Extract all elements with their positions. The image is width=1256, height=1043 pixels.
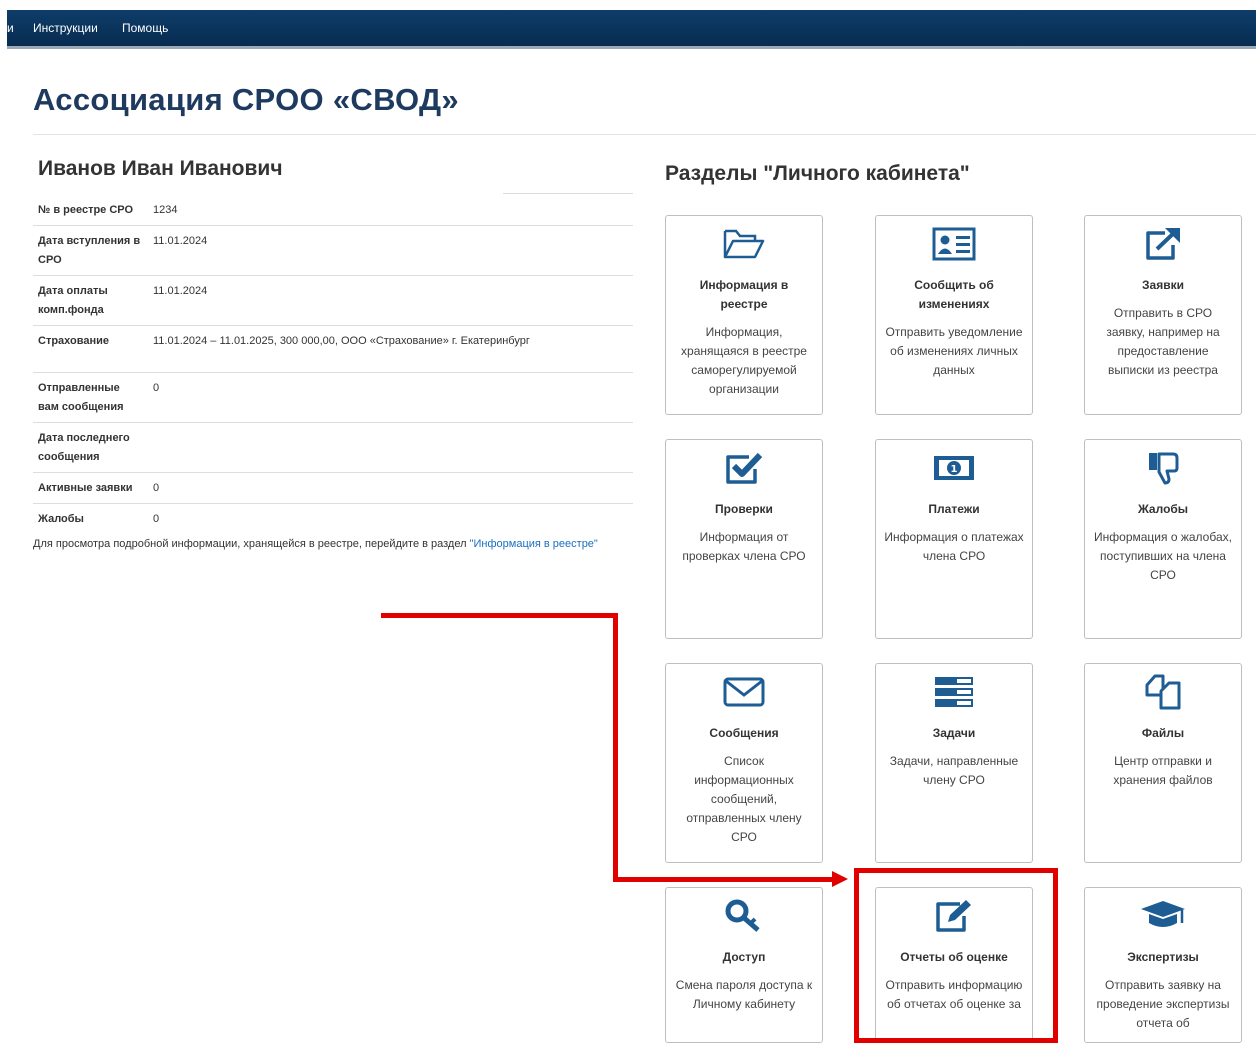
row-value: 1234 <box>148 195 633 226</box>
annotation-arrowhead-icon <box>832 871 848 887</box>
card-desc: Информация от проверках члена СРО <box>682 530 806 563</box>
files-icon <box>1085 674 1241 710</box>
row-value: 11.01.2024 <box>148 275 633 326</box>
row-label: Жалобы <box>38 513 84 525</box>
card-desc: Отправить заявку на проведение экспертиз… <box>1096 978 1230 1030</box>
check-square-icon <box>666 450 822 486</box>
card-title: Заявки <box>1142 278 1184 292</box>
table-row: Жалобы 0 <box>33 504 633 535</box>
card-desc: Задачи, направленные члену СРО <box>889 754 1019 787</box>
title-divider <box>33 134 1256 135</box>
card-title: Проверки <box>715 502 773 516</box>
key-icon <box>666 898 822 934</box>
row-label: Дата вступления в СРО <box>33 225 148 276</box>
thumbs-down-icon <box>1085 450 1241 486</box>
card-tasks[interactable]: Задачи Задачи, направленные члену СРО <box>875 663 1033 863</box>
svg-text:1: 1 <box>951 464 958 475</box>
row-label: № в реестре СРО <box>33 195 148 226</box>
card-files[interactable]: Файлы Центр отправки и хранения файлов <box>1084 663 1242 863</box>
card-desc: Отправить уведомление об изменениях личн… <box>885 325 1023 377</box>
card-expertise[interactable]: Экспертизы Отправить заявку на проведени… <box>1084 887 1242 1043</box>
table-row: Страхование 11.01.2024 – 11.01.2025, 300… <box>33 325 633 373</box>
nav-item-help[interactable]: Помощь <box>122 21 168 35</box>
card-title: Жалобы <box>1137 502 1189 516</box>
table-row: Отправленные вам сообщения 0 <box>33 372 633 423</box>
row-value: 0 <box>153 513 160 525</box>
card-registry-info[interactable]: Информация в реестре Информация, храняща… <box>665 215 823 415</box>
table-row: Дата оплаты комп.фонда 11.01.2024 <box>33 275 633 326</box>
envelope-icon <box>666 674 822 710</box>
card-title: Доступ <box>722 950 766 964</box>
card-report-changes[interactable]: Сообщить об изменениях Отправить уведомл… <box>875 215 1033 415</box>
user-name: Иванов Иван Иванович <box>38 157 283 180</box>
external-link-icon <box>1085 226 1241 262</box>
registry-note: Для просмотра подробной информации, хран… <box>33 538 598 550</box>
card-desc: Информация о платежах члена СРО <box>884 530 1024 563</box>
card-messages[interactable]: Сообщения Список информационных сообщени… <box>665 663 823 863</box>
top-navbar: и Инструкции Помощь <box>7 10 1256 49</box>
card-desc: Смена пароля доступа к Личному кабинету <box>675 978 813 1011</box>
row-value: 0 <box>148 372 633 423</box>
card-title: Информация в реестре <box>699 278 789 311</box>
annotation-highlight-box <box>854 868 1058 1043</box>
card-title: Файлы <box>1141 726 1185 740</box>
card-access[interactable]: Доступ Смена пароля доступа к Личному ка… <box>665 887 823 1043</box>
card-desc: Центр отправки и хранения файлов <box>1113 754 1213 787</box>
card-title: Сообщить об изменениях <box>914 278 994 311</box>
card-desc: Информация, хранящаяся в реестре саморег… <box>681 325 807 396</box>
registry-info-link[interactable]: "Информация в реестре" <box>470 538 598 550</box>
card-requests[interactable]: Заявки Отправить в СРО заявку, например … <box>1084 215 1242 415</box>
tasks-icon <box>876 674 1032 710</box>
profile-info-table: № в реестре СРО 1234 Дата вступления в С… <box>33 195 633 534</box>
card-title: Сообщения <box>709 726 779 740</box>
nav-item-cut[interactable]: и <box>7 21 14 35</box>
card-title: Экспертизы <box>1127 950 1199 964</box>
card-desc: Отправить в СРО заявку, например на пред… <box>1106 306 1220 377</box>
row-label: Дата оплаты комп.фонда <box>33 275 148 326</box>
table-row: Активные заявки 0 <box>33 472 633 504</box>
card-desc: Список информационных сообщений, отправл… <box>686 754 802 844</box>
card-payments[interactable]: 1 Платежи Информация о платежах члена СР… <box>875 439 1033 639</box>
annotation-arrow-segment <box>381 613 618 618</box>
name-underline <box>503 193 633 194</box>
row-label: Отправленные вам сообщения <box>33 372 148 423</box>
row-value: 11.01.2024 – 11.01.2025, 300 000,00, ООО… <box>148 325 633 373</box>
row-value: 0 <box>148 472 633 504</box>
folder-open-icon <box>666 226 822 262</box>
id-card-icon <box>876 226 1032 262</box>
row-value <box>148 422 633 473</box>
card-complaints[interactable]: Жалобы Информация о жалобах, поступивших… <box>1084 439 1242 639</box>
table-row: Дата вступления в СРО 11.01.2024 <box>33 225 633 276</box>
card-desc: Информация о жалобах, поступивших на чле… <box>1094 530 1232 582</box>
graduation-cap-icon <box>1085 898 1241 934</box>
sections-title: Разделы "Личного кабинета" <box>665 162 970 185</box>
annotation-arrow-segment <box>613 877 834 882</box>
page-title: Ассоциация СРОО «СВОД» <box>33 82 459 117</box>
row-label: Страхование <box>33 325 148 373</box>
table-row: № в реестре СРО 1234 <box>33 195 633 226</box>
row-value: 11.01.2024 <box>148 225 633 276</box>
card-inspections[interactable]: Проверки Информация от проверках члена С… <box>665 439 823 639</box>
money-icon: 1 <box>876 450 1032 486</box>
annotation-arrow-segment <box>613 613 618 882</box>
registry-note-text: Для просмотра подробной информации, хран… <box>33 538 470 550</box>
table-row: Дата последнего сообщения <box>33 422 633 473</box>
row-label: Активные заявки <box>33 472 148 504</box>
nav-item-instructions[interactable]: Инструкции <box>33 21 98 35</box>
card-title: Задачи <box>932 726 976 740</box>
card-title: Платежи <box>928 502 980 516</box>
row-label: Дата последнего сообщения <box>33 422 148 473</box>
